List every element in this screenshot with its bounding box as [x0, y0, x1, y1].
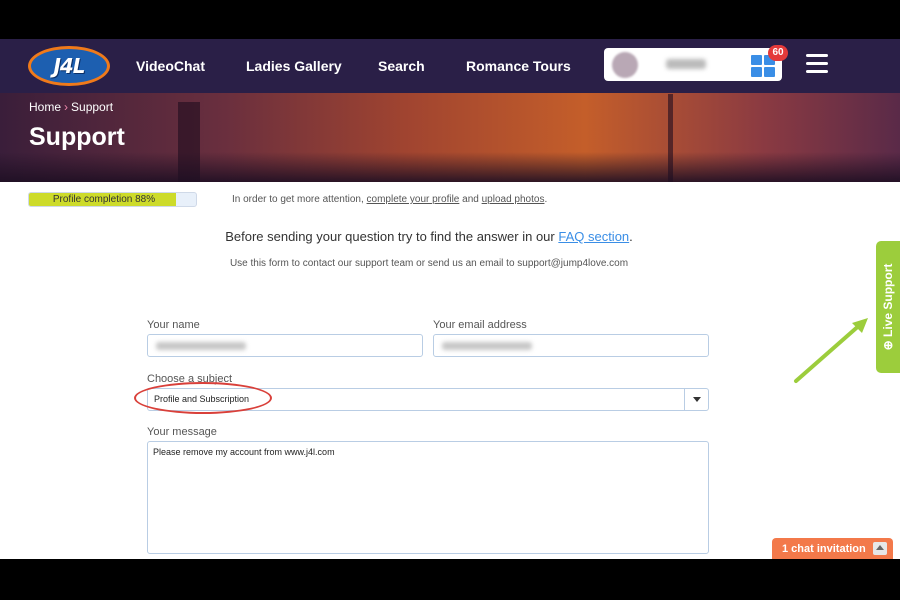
profile-completion-label: Profile completion 88%	[52, 194, 156, 205]
page-title: Support	[29, 123, 125, 151]
contact-info: Use this form to contact our support tea…	[229, 258, 629, 269]
hero-banner: Home › Support Support	[0, 93, 900, 182]
notification-badge: 60	[768, 45, 788, 61]
complete-profile-link[interactable]: complete your profile	[367, 194, 460, 205]
avatar[interactable]	[612, 52, 638, 78]
name-label: Your name	[147, 319, 200, 331]
user-account-box[interactable]: 60	[604, 45, 788, 81]
profile-note-prefix: In order to get more attention,	[232, 194, 367, 205]
email-field[interactable]	[433, 334, 709, 357]
nav-link-videochat[interactable]: VideoChat	[136, 58, 205, 74]
site-logo[interactable]: J4L	[28, 46, 110, 86]
email-label: Your email address	[433, 319, 527, 331]
intro-text: Before sending your question try to find…	[225, 229, 559, 244]
green-annotation-arrow	[794, 318, 868, 383]
breadcrumb-separator-icon: ›	[64, 100, 69, 114]
profile-completion-bar[interactable]: Profile completion 88%	[28, 192, 197, 207]
breadcrumb-current: Support	[71, 100, 114, 114]
message-textarea[interactable]: Please remove my account from www.j4l.co…	[147, 441, 709, 554]
hamburger-menu-icon[interactable]	[806, 54, 828, 76]
profile-note-mid: and	[459, 194, 482, 205]
chevron-up-icon[interactable]	[873, 542, 887, 555]
message-label: Your message	[147, 426, 217, 438]
page: J4L VideoChat Ladies Gallery Search Roma…	[0, 39, 900, 559]
name-field[interactable]	[147, 334, 423, 357]
nav-link-romance-tours[interactable]: Romance Tours	[466, 58, 571, 74]
intro-text-end: .	[629, 229, 633, 244]
username-blurred	[666, 59, 706, 69]
screen-frame: J4L VideoChat Ladies Gallery Search Roma…	[0, 0, 900, 600]
profile-note: In order to get more attention, complete…	[232, 194, 547, 205]
red-annotation-circle	[134, 382, 272, 414]
logo-text: J4L	[53, 54, 85, 78]
message-textarea-value: Please remove my account from www.j4l.co…	[153, 447, 335, 457]
live-support-label: ⊕ Live Support	[881, 264, 895, 351]
support-intro: Before sending your question try to find…	[0, 229, 858, 244]
email-value-blurred	[442, 342, 532, 350]
upload-photos-link[interactable]: upload photos	[482, 194, 545, 205]
live-support-tab[interactable]: ⊕ Live Support	[876, 241, 900, 373]
chat-invitation-button[interactable]: 1 chat invitation	[772, 538, 893, 559]
faq-link[interactable]: FAQ section	[558, 229, 629, 244]
top-nav: J4L VideoChat Ladies Gallery Search Roma…	[0, 39, 900, 93]
breadcrumb: Home › Support	[29, 100, 113, 114]
name-value-blurred	[156, 342, 246, 350]
globe-icon: ⊕	[881, 340, 895, 351]
nav-link-search[interactable]: Search	[378, 58, 425, 74]
chat-invitation-label: 1 chat invitation	[782, 543, 866, 555]
live-support-text: Live Support	[881, 263, 895, 337]
profile-note-suffix: .	[544, 194, 548, 205]
skyline-decoration	[0, 152, 900, 182]
chevron-down-icon[interactable]	[684, 389, 708, 410]
nav-link-ladies-gallery[interactable]: Ladies Gallery	[246, 58, 342, 74]
breadcrumb-home[interactable]: Home	[29, 100, 61, 114]
